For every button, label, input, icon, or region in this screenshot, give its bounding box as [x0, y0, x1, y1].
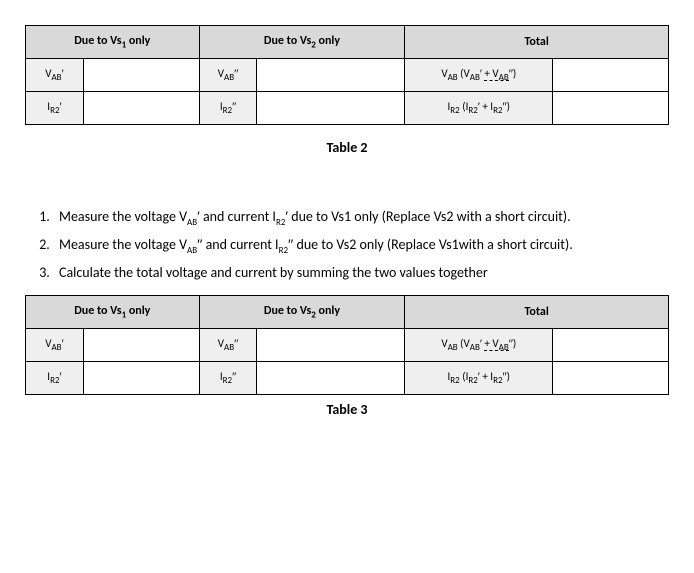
cell-empty	[257, 92, 405, 125]
list-item: Calculate the total voltage and current …	[53, 262, 669, 284]
cell-vab1: VAB′	[26, 59, 84, 92]
cell-ir2-1: IR2′	[26, 361, 84, 394]
table-3-caption: Table 3	[25, 401, 669, 418]
hdr-text: Due to Vs2 only	[264, 34, 340, 48]
cell-empty	[83, 361, 199, 394]
cell-empty	[83, 92, 199, 125]
cell-ir2-total: IR2 (IR2′ + IR2′′)	[405, 361, 553, 394]
table-row: Due to Vs1 only Due to Vs2 only Total	[26, 295, 669, 328]
cell-empty	[553, 59, 669, 92]
hdr-text: Due to Vs2 only	[264, 304, 340, 318]
cell-empty	[83, 59, 199, 92]
instruction-list: Measure the voltage VAB′ and current IR2…	[25, 206, 669, 285]
table-row: IR2′ IR2′′ IR2 (IR2′ + IR2′′)	[26, 361, 669, 394]
cell-text: VAB′′	[218, 67, 238, 80]
table-2: Due to Vs1 only Due to Vs2 only Total VA…	[25, 25, 669, 125]
cell-text: IR2′′	[220, 100, 236, 113]
cell-ir2-1: IR2′	[26, 92, 84, 125]
cell-vab-total: VAB (VAB′ + VAB′′)	[405, 328, 553, 361]
col-header-vs1: Due to Vs1 only	[26, 295, 200, 328]
cell-text: VAB′	[45, 67, 63, 80]
table-row: VAB′ VAB′′ VAB (VAB′ + VAB′′)	[26, 328, 669, 361]
cell-text: IR2 (IR2′ + IR2′′)	[448, 100, 511, 113]
cell-empty	[553, 361, 669, 394]
cell-text: IR2′′	[220, 370, 236, 383]
cell-empty	[83, 328, 199, 361]
cell-text: IR2′	[47, 100, 61, 113]
col-header-vs2: Due to Vs2 only	[199, 295, 405, 328]
cell-ir2-total: IR2 (IR2′ + IR2′′)	[405, 92, 553, 125]
hdr-text: Total	[525, 35, 549, 49]
hdr-text: Total	[525, 305, 549, 319]
list-item: Measure the voltage VAB′ and current IR2…	[53, 206, 669, 230]
table-row: VAB′ VAB′′ VAB (VAB′ + VAB′′)	[26, 59, 669, 92]
cell-vab-total: VAB (VAB′ + VAB′′)	[405, 59, 553, 92]
cell-text: VAB′	[45, 337, 63, 350]
cell-empty	[257, 361, 405, 394]
col-header-total: Total	[405, 295, 669, 328]
list-item: Measure the voltage VAB′′ and current IR…	[53, 234, 669, 258]
cell-text: VAB (VAB′ + VAB′′)	[441, 67, 516, 80]
cell-vab1: VAB′	[26, 328, 84, 361]
cell-vab2: VAB′′	[199, 328, 257, 361]
cell-empty	[553, 328, 669, 361]
hdr-text: Due to Vs1 only	[74, 34, 150, 48]
col-header-vs2: Due to Vs2 only	[199, 26, 405, 59]
instruction-text: Calculate the total voltage and current …	[59, 264, 488, 281]
cell-text: IR2 (IR2′ + IR2′′)	[448, 370, 511, 383]
table-row: Due to Vs1 only Due to Vs2 only Total	[26, 26, 669, 59]
table-2-caption: Table 2	[25, 139, 669, 156]
table-row: IR2′ IR2′′ IR2 (IR2′ + IR2′′)	[26, 92, 669, 125]
table-3: Due to Vs1 only Due to Vs2 only Total VA…	[25, 295, 669, 395]
cell-vab2: VAB′′	[199, 59, 257, 92]
cell-ir2-2: IR2′′	[199, 92, 257, 125]
col-header-vs1: Due to Vs1 only	[26, 26, 200, 59]
cell-text: VAB (VAB′ + VAB′′)	[441, 337, 516, 350]
cell-empty	[257, 59, 405, 92]
col-header-total: Total	[405, 26, 669, 59]
cell-empty	[553, 92, 669, 125]
hdr-text: Due to Vs1 only	[74, 304, 150, 318]
instruction-text: Measure the voltage VAB′ and current IR2…	[59, 208, 571, 225]
cell-text: IR2′	[47, 370, 61, 383]
cell-text: VAB′′	[218, 337, 238, 350]
cell-empty	[257, 328, 405, 361]
instruction-text: Measure the voltage VAB′′ and current IR…	[59, 236, 573, 253]
cell-ir2-2: IR2′′	[199, 361, 257, 394]
